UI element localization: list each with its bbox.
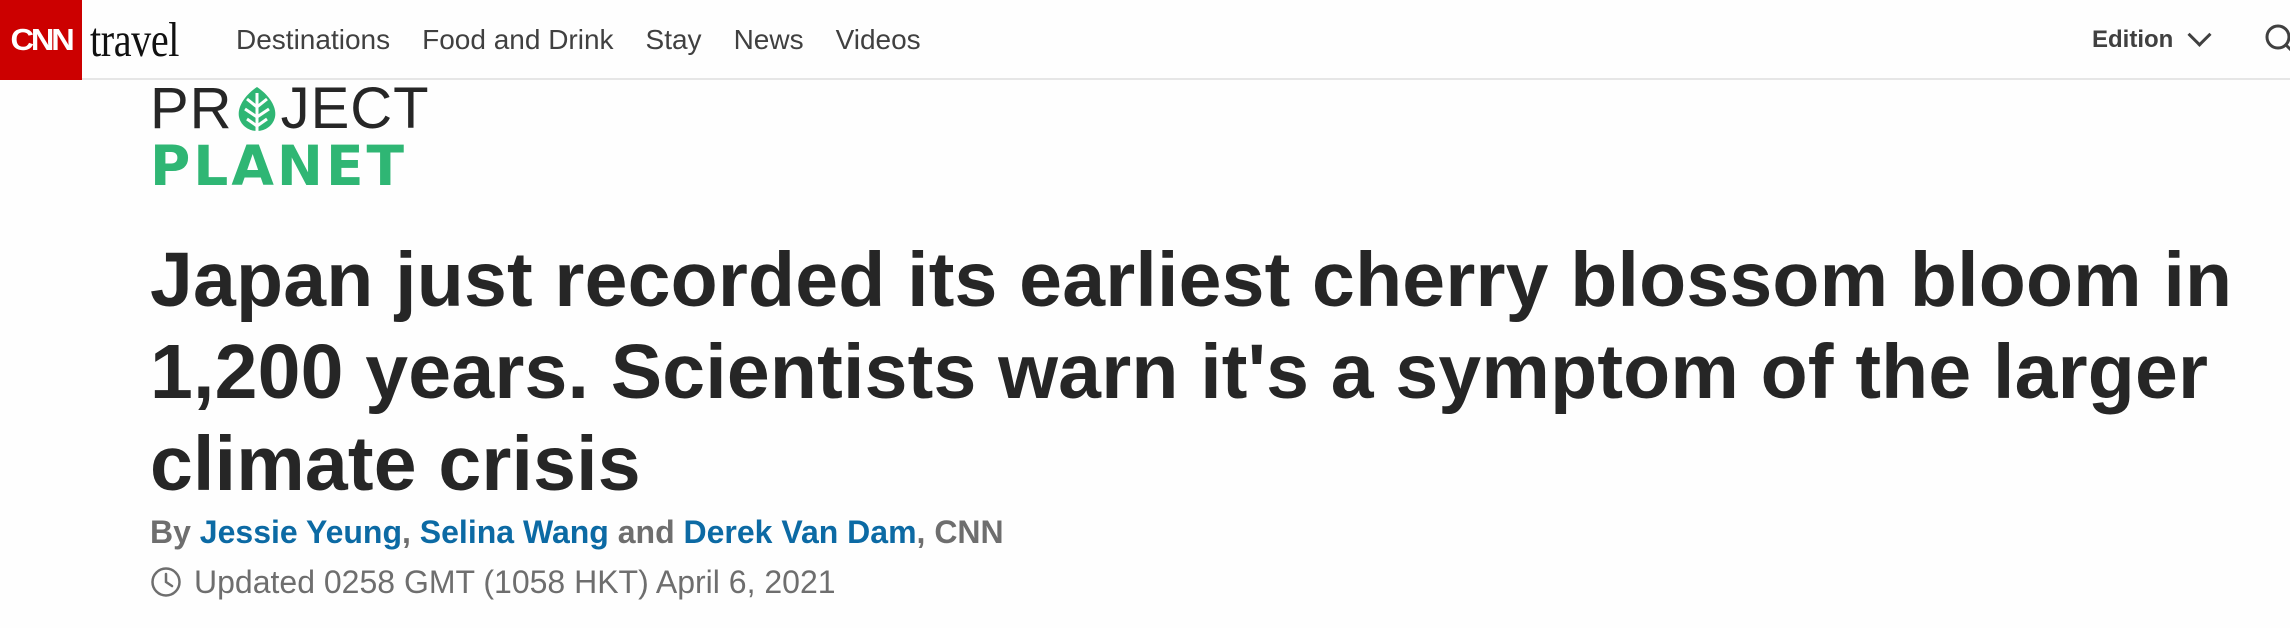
section-name-travel[interactable]: travel: [90, 8, 179, 72]
site-header: CNN travel Destinations Food and Drink S…: [0, 0, 2290, 80]
updated-text: Updated 0258 GMT (1058 HKT) April 6, 202…: [194, 564, 836, 600]
cnn-logo[interactable]: CNN: [0, 0, 82, 80]
project-planet-line1-right: JECT: [280, 76, 430, 141]
byline-prefix: By: [150, 514, 191, 550]
chevron-down-icon: [2187, 22, 2212, 47]
byline-and: and: [617, 514, 675, 550]
main-nav: Destinations Food and Drink Stay News Vi…: [236, 22, 953, 58]
search-icon[interactable]: [2263, 22, 2290, 58]
nav-item-stay[interactable]: Stay: [646, 22, 702, 58]
project-planet-line1: PR JECT: [150, 76, 430, 141]
nav-item-news[interactable]: News: [734, 22, 804, 58]
nav-item-videos[interactable]: Videos: [836, 22, 921, 58]
cnn-logo-text: CNN: [10, 22, 74, 57]
article-headline: Japan just recorded its earliest cherry …: [150, 237, 2233, 507]
byline-separator: ,: [402, 514, 411, 550]
clock-icon: [151, 567, 181, 597]
project-planet-logo[interactable]: PR JECT PLANET: [150, 76, 430, 198]
article-byline: By Jessie Yeung, Selina Wang and Derek V…: [150, 512, 1004, 552]
nav-item-food-and-drink[interactable]: Food and Drink: [422, 22, 613, 58]
byline-outlet: CNN: [934, 514, 1004, 550]
author-link-derek-van-dam[interactable]: Derek Van Dam: [684, 514, 917, 550]
byline-separator: ,: [916, 514, 926, 550]
nav-item-destinations[interactable]: Destinations: [236, 22, 390, 58]
project-planet-line2: PLANET: [150, 134, 408, 198]
author-link-selina-wang[interactable]: Selina Wang: [420, 514, 609, 550]
leaf-icon: [238, 87, 275, 131]
article-timestamp: Updated 0258 GMT (1058 HKT) April 6, 202…: [150, 562, 836, 602]
author-link-jessie-yeung[interactable]: Jessie Yeung: [200, 514, 402, 550]
project-planet-line1-left: PR: [150, 76, 233, 141]
edition-menu-button[interactable]: Edition: [2092, 22, 2212, 54]
edition-label: Edition: [2092, 26, 2174, 53]
